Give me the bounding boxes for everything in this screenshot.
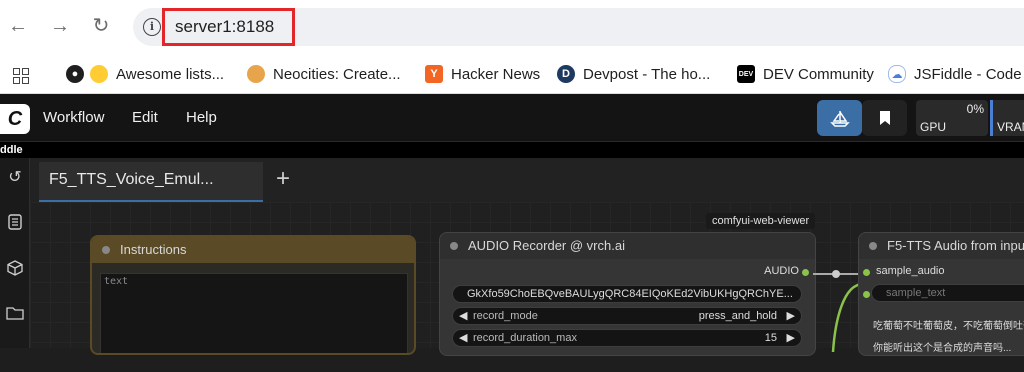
node-title[interactable]: F5-TTS Audio from input xyxy=(859,233,1024,259)
bookmark-devpost[interactable]: D Devpost - The ho... xyxy=(557,62,710,86)
hacker-news-icon: Y xyxy=(425,65,443,83)
boat-icon xyxy=(829,111,850,127)
github-icon: ● xyxy=(66,65,84,83)
info-icon[interactable]: i xyxy=(143,18,161,36)
bookmarks-bar: ● Awesome lists... Neocities: Create... … xyxy=(0,54,1024,94)
apps-grid-icon[interactable] xyxy=(13,68,29,84)
cloud-icon: ☁ xyxy=(888,65,906,83)
menu-edit[interactable]: Edit xyxy=(132,109,158,126)
workflow-tabbar: F5_TTS_Voice_Emul... + xyxy=(30,158,1024,202)
bookmark-label: Devpost - The ho... xyxy=(583,65,711,83)
sample-text-widget[interactable]: sample_text xyxy=(871,284,1024,302)
emoji-icon xyxy=(90,65,108,83)
widget-label: record_mode xyxy=(473,310,538,322)
arrow-left-icon[interactable]: ◀ xyxy=(459,308,467,324)
arrow-right-icon[interactable]: ▶ xyxy=(787,308,795,324)
comfy-logo-icon[interactable]: C xyxy=(0,104,30,134)
gpu-monitor: 0% GPU xyxy=(916,100,988,136)
comfyui-app: C Workflow Edit Help 0% GPU VRAM ddle ↺ xyxy=(0,94,1024,356)
widget-value: 15 xyxy=(764,332,777,344)
bookmark-label: JSFiddle - Code xyxy=(914,65,1022,83)
bookmark-neocities[interactable]: Neocities: Create... xyxy=(247,62,401,86)
collapse-dot-icon[interactable] xyxy=(450,242,458,250)
record-duration-number[interactable]: ◀ record_duration_max 15 ▶ xyxy=(452,329,802,347)
node-title-text: Instructions xyxy=(120,242,187,257)
back-arrow-icon[interactable]: ← xyxy=(6,14,30,38)
arrow-right-icon[interactable]: ▶ xyxy=(787,330,795,346)
bookmark-dev-community[interactable]: DEV DEV Community xyxy=(737,62,874,86)
document-icon[interactable] xyxy=(5,214,25,234)
record-mode-combo[interactable]: ◀ record_mode press_and_hold ▶ xyxy=(452,307,802,325)
collapse-dot-icon[interactable] xyxy=(869,242,877,250)
bookmark-awesome-lists[interactable]: ● Awesome lists... xyxy=(66,62,224,86)
bookmark-icon xyxy=(879,111,890,125)
gen-text-line-2: 你能听出这个是合成的声音吗... xyxy=(873,343,1012,354)
gpu-label: GPU xyxy=(920,120,947,134)
gpu-percent: 0% xyxy=(966,102,984,116)
menu-workflow[interactable]: Workflow xyxy=(43,109,104,126)
collapse-dot-icon[interactable] xyxy=(102,246,110,254)
folder-icon[interactable] xyxy=(5,306,25,326)
bookmark-label: Awesome lists... xyxy=(116,65,225,83)
history-icon[interactable]: ↺ xyxy=(5,168,25,188)
output-label-audio: AUDIO xyxy=(764,265,799,277)
dev-icon: DEV xyxy=(737,65,755,83)
bookmark-button[interactable] xyxy=(862,100,907,136)
output-socket-icon[interactable] xyxy=(802,269,809,276)
bookmark-hacker-news[interactable]: Y Hacker News xyxy=(425,62,540,86)
cube-icon[interactable] xyxy=(5,260,25,280)
instructions-node[interactable]: Instructions text xyxy=(90,235,416,355)
truncated-banner-text: ddle xyxy=(0,142,1024,158)
node-title-text: F5-TTS Audio from input xyxy=(887,238,1024,253)
url-highlight-box xyxy=(162,8,295,46)
input-socket-icon[interactable] xyxy=(863,269,870,276)
bookmark-label: Neocities: Create... xyxy=(273,65,401,83)
audio-data-field[interactable]: GkXfo59ChoEBQveBAULygQRC84EIQoKEd2VibUKH… xyxy=(452,285,802,303)
add-tab-button[interactable]: + xyxy=(276,165,290,193)
f5-tts-node[interactable]: F5-TTS Audio from input sample_audio sam… xyxy=(858,232,1024,356)
top-menubar: C Workflow Edit Help 0% GPU VRAM xyxy=(0,94,1024,142)
vram-label: VRAM xyxy=(997,120,1024,134)
viewer-group-label: comfyui-web-viewer xyxy=(706,213,816,229)
instructions-textarea[interactable]: text xyxy=(100,273,408,353)
tab-f5-tts-voice[interactable]: F5_TTS_Voice_Emul... xyxy=(39,162,263,202)
menu-help[interactable]: Help xyxy=(186,109,217,126)
queue-mode-button[interactable] xyxy=(817,100,862,136)
reload-icon[interactable]: ↻ xyxy=(89,14,113,38)
bookmark-jsfiddle[interactable]: ☁ JSFiddle - Code xyxy=(888,62,1022,86)
browser-toolbar: ← → ↻ i server1:8188 xyxy=(0,0,1024,54)
cat-icon xyxy=(247,65,265,83)
widget-label: record_duration_max xyxy=(473,332,577,344)
vram-monitor: VRAM xyxy=(990,100,1024,136)
node-canvas[interactable]: comfyui-web-viewer Instructions text AUD… xyxy=(30,202,1024,356)
arrow-left-icon[interactable]: ◀ xyxy=(459,330,467,346)
left-sidebar: ↺ xyxy=(0,158,30,348)
input-socket-icon[interactable] xyxy=(863,291,870,298)
node-title[interactable]: AUDIO Recorder @ vrch.ai xyxy=(440,233,815,259)
widget-value: press_and_hold xyxy=(698,310,777,322)
node-title-text: AUDIO Recorder @ vrch.ai xyxy=(468,238,625,253)
connection-wire xyxy=(810,352,870,372)
bookmark-label: Hacker News xyxy=(451,65,541,83)
audio-recorder-node[interactable]: AUDIO Recorder @ vrch.ai AUDIO GkXfo59Ch… xyxy=(439,232,816,356)
gen-text-line-1: 吃葡萄不吐葡萄皮，不吃葡萄倒吐葡萄 xyxy=(873,321,1024,332)
devpost-icon: D xyxy=(557,65,575,83)
link-midpoint-icon[interactable] xyxy=(832,270,840,278)
bookmark-label: DEV Community xyxy=(763,65,874,83)
node-title[interactable]: Instructions xyxy=(92,237,414,263)
forward-arrow-icon[interactable]: → xyxy=(48,14,72,38)
input-label-sample-audio: sample_audio xyxy=(876,265,945,277)
